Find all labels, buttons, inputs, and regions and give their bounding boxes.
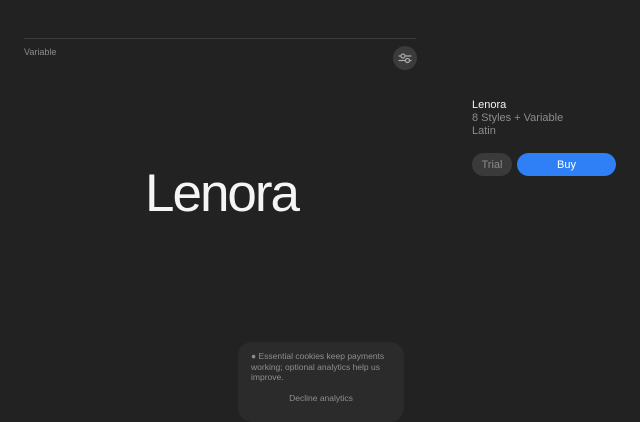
product-script: Latin <box>472 125 496 137</box>
buy-button[interactable]: Buy <box>517 153 616 176</box>
style-label: Variable <box>24 47 57 57</box>
specimen-divider <box>24 38 416 39</box>
cookie-message: ● Essential cookies keep payments workin… <box>251 351 385 382</box>
cookie-banner: ● Essential cookies keep payments workin… <box>238 342 404 422</box>
specimen-settings-button[interactable] <box>393 46 417 70</box>
decline-analytics-button[interactable]: Decline analytics <box>238 393 404 403</box>
product-styles: 8 Styles + Variable <box>472 112 564 124</box>
font-specimen: Lenora <box>145 164 300 223</box>
sliders-icon <box>398 53 412 64</box>
trial-button[interactable]: Trial <box>472 153 512 176</box>
product-name: Lenora <box>472 99 507 111</box>
product-info: Lenora 8 Styles + Variable Latin <box>472 99 563 138</box>
